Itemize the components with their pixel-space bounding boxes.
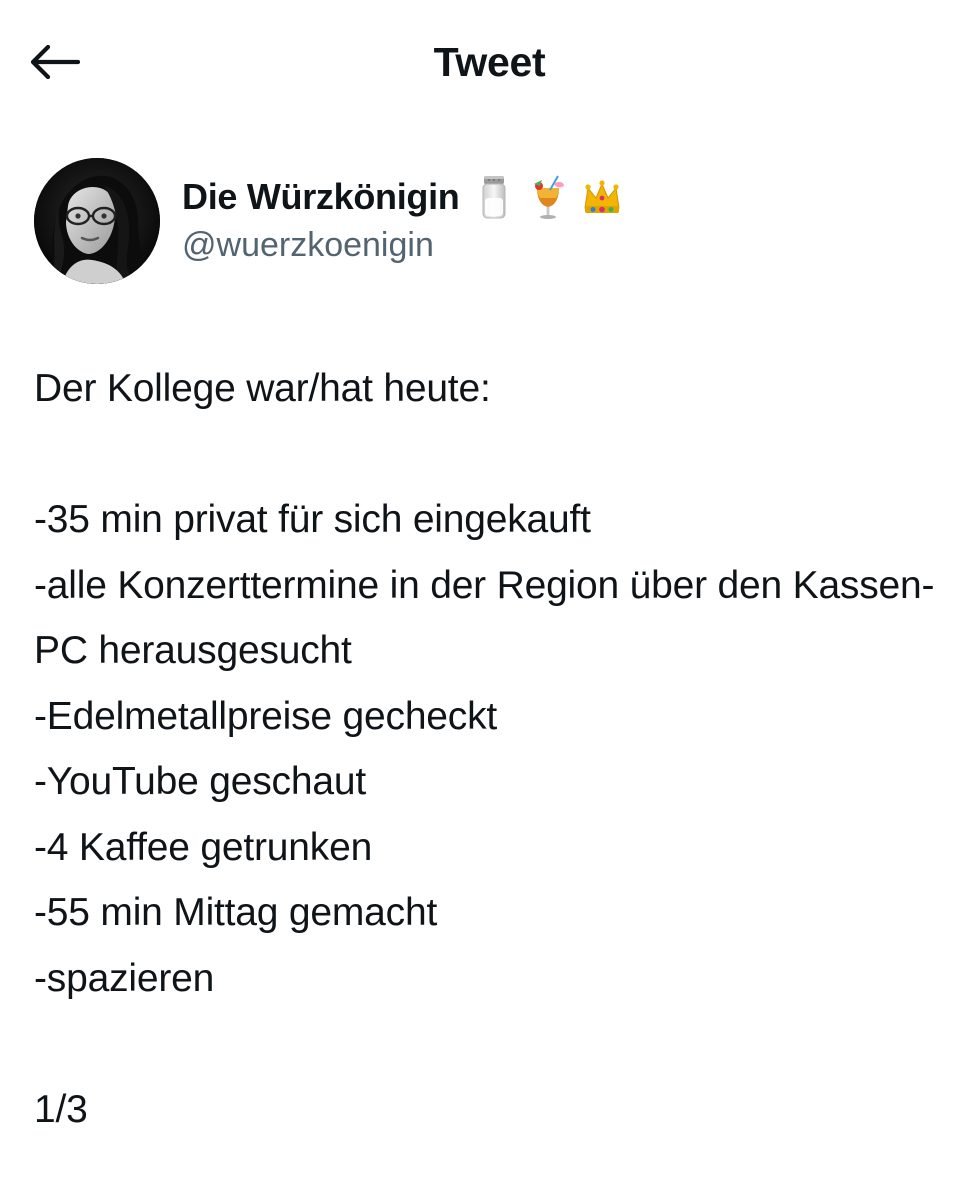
tweet-author: Die Würzkönigin @wuerzkoenigin — [34, 158, 954, 288]
author-name[interactable]: Die Würzkönigin — [182, 176, 460, 218]
page-title: Tweet — [433, 39, 546, 85]
top-bar: Tweet — [0, 0, 979, 130]
author-handle[interactable]: @wuerzkoenigin — [182, 226, 434, 265]
tweet-text: Der Kollege war/hat heute: -35 min priva… — [34, 367, 935, 1131]
avatar[interactable] — [34, 158, 160, 284]
crown-icon — [582, 174, 622, 220]
tropical-drink-icon — [528, 174, 568, 220]
author-name-row: Die Würzkönigin — [182, 172, 622, 222]
salt-shaker-icon — [474, 174, 514, 220]
